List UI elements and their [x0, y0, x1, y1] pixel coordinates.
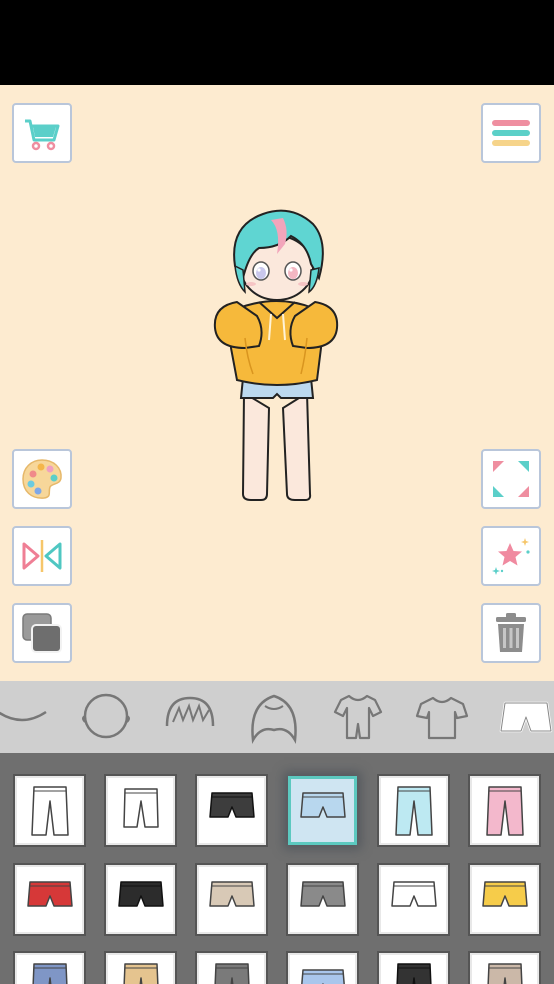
item-yellow-shorts[interactable]	[468, 863, 541, 936]
category-shorts[interactable]	[498, 691, 554, 743]
category-mouth[interactable]	[0, 691, 50, 743]
trash-button[interactable]	[481, 603, 541, 663]
item-white-long-pants[interactable]	[13, 774, 86, 847]
white-cropped-pants-icon	[122, 787, 159, 828]
white-long-pants-icon	[30, 785, 69, 836]
face-icon	[82, 693, 130, 739]
favorite-button[interactable]	[481, 526, 541, 586]
item-light-blue-shorts[interactable]	[286, 951, 359, 984]
light-blue-shorts-icon	[300, 968, 345, 984]
color-palette-icon	[22, 459, 62, 499]
beige-cargo-shorts-icon	[208, 880, 255, 907]
item-black-shorts[interactable]	[195, 774, 268, 847]
khaki-pants-icon	[122, 962, 159, 984]
favorite-star-icon	[492, 538, 530, 575]
status-bar	[0, 0, 554, 85]
item-black-pants[interactable]	[377, 951, 450, 984]
menu-button[interactable]	[481, 103, 541, 163]
white-shorts-icon	[390, 880, 437, 907]
item-white-cropped-pants[interactable]	[104, 774, 177, 847]
denim-shorts-icon	[299, 791, 346, 818]
item-grey-cargo-shorts[interactable]	[286, 863, 359, 936]
category-bar	[0, 681, 554, 753]
menu-icon	[492, 120, 530, 146]
item-light-blue-pants[interactable]	[377, 774, 450, 847]
item-beige-cargo-shorts[interactable]	[195, 863, 268, 936]
item-khaki-pants[interactable]	[104, 951, 177, 984]
back-hair-icon	[251, 694, 297, 744]
flip-icon	[22, 540, 62, 572]
bangs-icon	[165, 696, 215, 727]
item-tan-pants[interactable]	[468, 951, 541, 984]
layer-icon	[22, 613, 62, 653]
black-pants-icon	[395, 962, 432, 984]
light-blue-pants-icon	[394, 785, 433, 836]
shop-button[interactable]	[12, 103, 72, 163]
shop-cart-icon	[25, 119, 60, 151]
item-black-sport-shorts[interactable]	[104, 863, 177, 936]
category-shirt[interactable]	[414, 691, 470, 743]
category-face[interactable]	[78, 691, 134, 743]
item-red-sport-shorts[interactable]	[13, 863, 86, 936]
color-palette-button[interactable]	[12, 449, 72, 509]
grey-cargo-shorts-icon	[299, 880, 346, 907]
fullscreen-icon	[493, 461, 529, 497]
item-white-shorts[interactable]	[377, 863, 450, 936]
fullscreen-button[interactable]	[481, 449, 541, 509]
category-onesie[interactable]	[330, 691, 386, 743]
category-back-hair[interactable]	[246, 691, 302, 744]
category-bangs[interactable]	[162, 691, 218, 743]
shorts-icon	[499, 701, 553, 733]
mouth-icon	[0, 710, 47, 722]
item-blue-pants[interactable]	[13, 951, 86, 984]
item-denim-shorts[interactable]	[288, 776, 357, 845]
grey-pants-icon	[213, 962, 250, 984]
dressing-stage	[0, 85, 554, 681]
onesie-icon	[333, 694, 383, 740]
layer-button[interactable]	[12, 603, 72, 663]
tan-pants-icon	[486, 962, 523, 984]
black-shorts-icon	[208, 791, 255, 818]
yellow-shorts-icon	[481, 880, 528, 907]
item-grid	[0, 753, 554, 984]
blue-pants-icon	[31, 962, 68, 984]
red-sport-shorts-icon	[26, 880, 73, 907]
item-pink-polka-pants[interactable]	[468, 774, 541, 847]
item-grey-pants[interactable]	[195, 951, 268, 984]
character-avatar[interactable]	[207, 198, 347, 508]
flip-button[interactable]	[12, 526, 72, 586]
shirt-icon	[415, 696, 469, 740]
pink-polka-pants-icon	[485, 785, 524, 836]
trash-icon	[496, 613, 526, 652]
black-sport-shorts-icon	[117, 880, 164, 907]
